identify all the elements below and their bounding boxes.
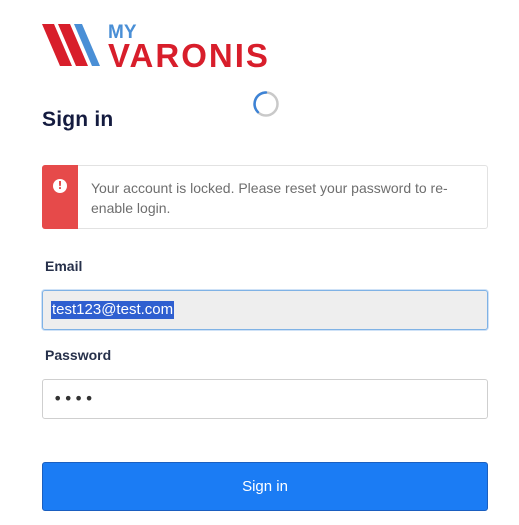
- sign-in-button[interactable]: Sign in: [42, 462, 488, 511]
- email-field[interactable]: test123@test.com: [42, 290, 488, 330]
- password-field[interactable]: ••••: [42, 379, 488, 419]
- alert-stripe: !: [42, 165, 78, 229]
- email-label: Email: [45, 258, 83, 274]
- loading-spinner-icon: [252, 90, 280, 118]
- password-field-value: ••••: [53, 389, 95, 408]
- page-title: Sign in: [42, 108, 114, 131]
- my-varonis-logo: MY VARONIS: [42, 18, 322, 74]
- email-field-value: test123@test.com: [51, 301, 175, 319]
- password-label: Password: [45, 347, 112, 363]
- alert-message: Your account is locked. Please reset you…: [91, 180, 448, 216]
- sign-in-page: MY VARONIS Sign in ! Your account is loc…: [0, 0, 519, 525]
- account-locked-alert: ! Your account is locked. Please reset y…: [42, 165, 488, 229]
- logo-name: VARONIS: [108, 37, 270, 74]
- exclamation-circle-icon: !: [53, 179, 67, 193]
